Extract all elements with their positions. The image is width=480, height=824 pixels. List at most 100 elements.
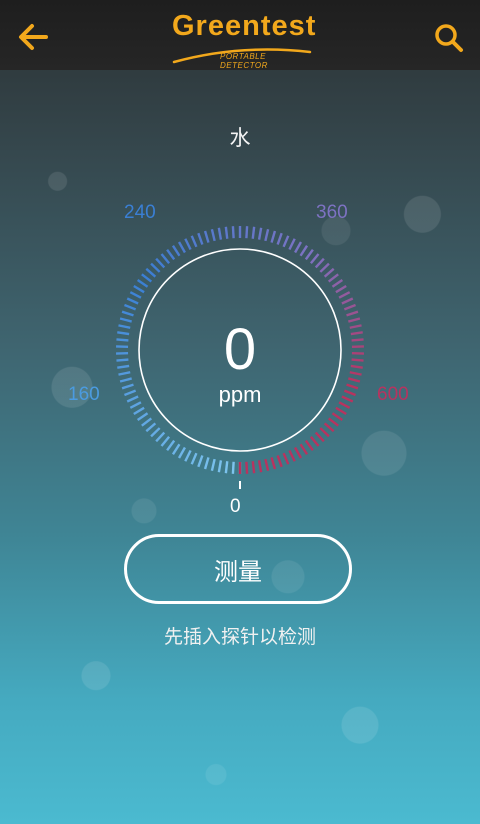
gauge-tick [348, 377, 361, 383]
gauge-tick [171, 443, 181, 455]
gauge-tick [121, 383, 134, 390]
gauge-tick [299, 443, 309, 455]
gauge-tick [145, 267, 157, 278]
gauge-tick [341, 297, 354, 305]
gauge-tick [177, 446, 186, 459]
gauge-tick [155, 431, 166, 443]
gauge-tick [282, 452, 290, 465]
gauge-tick [224, 461, 229, 474]
gauge-tick [338, 401, 351, 409]
gauge-tick [119, 317, 132, 323]
arrow-left-icon [19, 24, 48, 50]
gauge-tick [231, 461, 235, 474]
gauge-tick [117, 331, 130, 336]
gauge-tick [304, 248, 314, 261]
insert-probe-hint: 先插入探针以检测 [163, 626, 316, 648]
gauge-tick [327, 273, 339, 283]
gauge-tick [351, 338, 364, 342]
gauge-tick [184, 449, 192, 462]
gauge-tick [129, 401, 142, 409]
gauge-tick [341, 395, 354, 403]
gauge-tick [294, 446, 303, 459]
gauge-tick [116, 338, 129, 342]
gauge-tick [350, 331, 363, 336]
gauge-tick [166, 248, 176, 261]
gauge-tick [119, 377, 132, 383]
ppm-reading: 0 [223, 317, 257, 382]
gauge-tick [343, 389, 356, 397]
gauge-tick [282, 235, 290, 248]
gauge-tick [343, 303, 356, 311]
sample-type-label: 水 [229, 126, 251, 150]
gauge-tick [323, 267, 335, 278]
gauge-tick [184, 238, 192, 251]
gauge-tick [136, 412, 149, 421]
search-icon [435, 24, 463, 52]
gauge-tick [118, 324, 131, 329]
scale-label-600: 600 [377, 384, 409, 405]
gauge-tick [314, 257, 325, 269]
gauge-tick [331, 412, 344, 421]
gauge-tick [224, 226, 229, 239]
gauge-tick [231, 226, 235, 239]
gauge-tick [335, 284, 347, 294]
gauge-tick [129, 291, 142, 299]
gauge-tick [257, 460, 263, 473]
gauge-tick [251, 226, 256, 239]
scale-label-240: 240 [124, 202, 156, 223]
gauge-tick [264, 228, 270, 242]
gauge-tick [117, 364, 130, 369]
gauge-tick [319, 262, 330, 273]
gauge-tick [124, 303, 137, 311]
gauge-tick [346, 310, 359, 317]
gauge-tick [197, 232, 204, 245]
gauge-tick [197, 455, 204, 468]
gauge-tick [203, 457, 210, 470]
gauge-tick [141, 417, 153, 427]
gauge-tick [288, 449, 296, 462]
gauge-tick [171, 245, 181, 257]
gauge-tick [177, 241, 186, 254]
brand-name: Greentest [172, 10, 317, 42]
gauge-tick [348, 317, 361, 323]
gauge-tick [190, 452, 198, 465]
gauge-tick [203, 230, 210, 243]
gauge-tick [121, 310, 134, 317]
gauge-tick [160, 435, 171, 447]
gauge-tick [210, 228, 216, 242]
gauge-tick [327, 417, 339, 427]
gauge-tick [210, 458, 216, 472]
measure-button[interactable]: 测量 [124, 534, 352, 604]
gauge-tick [245, 461, 249, 474]
gauge-tick [314, 431, 325, 443]
gauge-tick [166, 439, 176, 452]
gauge-tick [323, 422, 335, 433]
gauge-tick [245, 226, 249, 239]
gauge-tick [349, 324, 362, 329]
gauge-tick [116, 358, 129, 362]
gauge-tick [124, 389, 137, 397]
gauge-tick [270, 230, 277, 243]
gauge-tick [264, 458, 270, 472]
gauge-tick [319, 427, 330, 438]
gauge-tick [331, 279, 344, 288]
gauge-tick [150, 262, 161, 273]
gauge-tick [155, 257, 166, 269]
back-button[interactable] [14, 20, 54, 54]
gauge-tick [276, 232, 283, 245]
gauge-tick [270, 457, 277, 470]
gauge-tick [257, 227, 263, 240]
gauge-tick [349, 371, 362, 376]
gauge-tick [304, 439, 314, 452]
gauge-tick [309, 435, 320, 447]
search-button[interactable] [430, 20, 468, 54]
gauge-tick [299, 245, 309, 257]
gauge-tick [350, 364, 363, 369]
scale-label-160: 160 [68, 384, 100, 405]
measure-button-label: 测量 [214, 557, 262, 586]
gauge-tick [335, 406, 347, 416]
gauge-tick [217, 227, 223, 240]
brand-subtitle: PORTABLE DETECTOR [220, 52, 268, 70]
gauge-tick [346, 383, 359, 390]
gauge-tick [145, 422, 157, 433]
